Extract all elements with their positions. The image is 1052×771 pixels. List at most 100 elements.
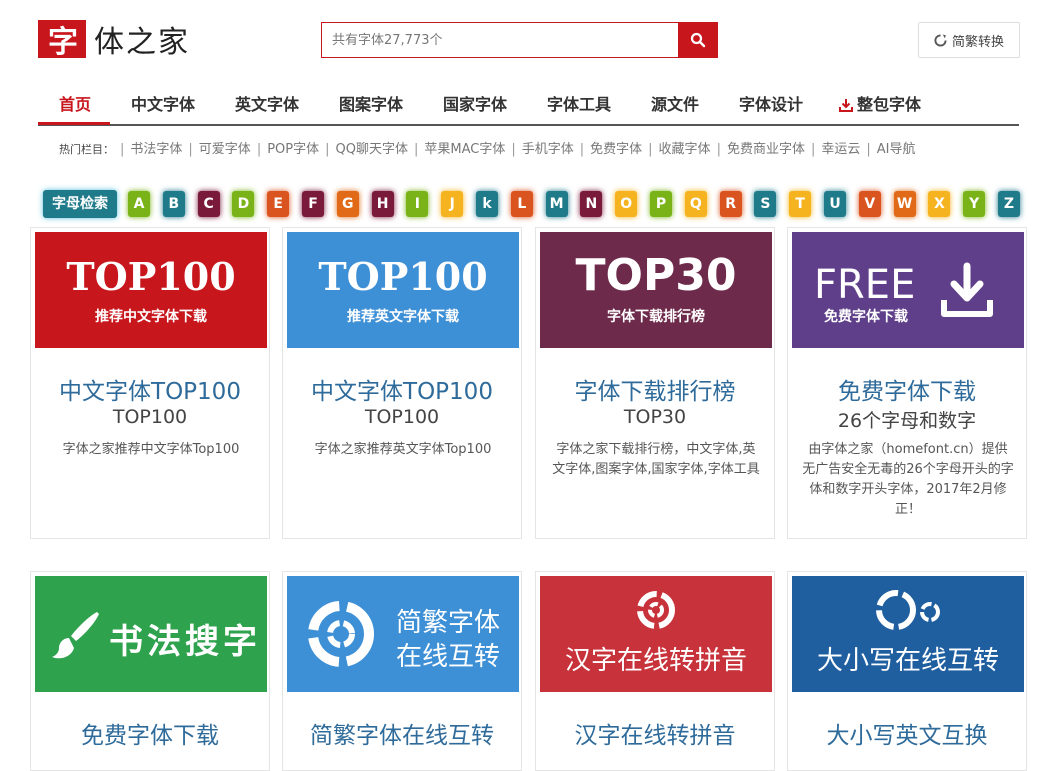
hot-link[interactable]: 幸运云: [821, 142, 860, 157]
convert-icon: [637, 591, 675, 629]
card-hanzi-to-pinyin[interactable]: 汉字在线转拼音 汉字在线转拼音: [535, 571, 775, 771]
hot-link[interactable]: 苹果MAC字体: [424, 142, 505, 157]
card-title[interactable]: 大小写英文互换: [788, 716, 1026, 750]
download-icon: [941, 262, 993, 317]
card-calligraphy-search[interactable]: 书法搜字 免费字体下载: [30, 571, 270, 771]
letter-e-button[interactable]: E: [267, 191, 290, 217]
letter-o-button[interactable]: O: [615, 191, 638, 217]
nav-item-country-fonts[interactable]: 国家字体: [443, 86, 507, 124]
hot-columns: 热门栏目： | 书法字体 | 可爱字体 | POP字体 | QQ聊天字体 | 苹果MAC字体 | 手机字…: [59, 142, 916, 157]
hot-columns-label: 热门栏目：: [59, 143, 114, 156]
card-description: 字体之家下载排行榜，中文字体,英文字体,图案字体,国家字体,字体工具: [552, 442, 760, 477]
nav-item-font-bundle-label: 整包字体: [857, 95, 922, 114]
letter-l-button[interactable]: L: [510, 191, 533, 217]
card-title[interactable]: 简繁字体在线互转: [283, 716, 521, 750]
hot-link[interactable]: 可爱字体: [199, 142, 251, 157]
banner-subheading: 推荐中文字体下载: [95, 309, 207, 325]
card-subtitle: TOP100: [112, 406, 188, 428]
letter-y-button[interactable]: Y: [963, 191, 986, 217]
letter-x-button[interactable]: X: [928, 191, 951, 217]
banner-heading: TOP100: [66, 254, 236, 299]
card-simplified-traditional[interactable]: 简繁字体 在线互转 简繁字体在线互转: [282, 571, 522, 771]
hot-link[interactable]: 手机字体: [522, 142, 574, 157]
letter-h-button[interactable]: H: [371, 191, 394, 217]
simplified-traditional-convert-button[interactable]: 简繁转换: [918, 22, 1020, 58]
letter-j-button[interactable]: J: [441, 191, 464, 217]
nav-item-font-design[interactable]: 字体设计: [739, 86, 803, 124]
card-title[interactable]: 字体下载排行榜: [536, 372, 774, 406]
letter-r-button[interactable]: R: [719, 191, 742, 217]
card-title[interactable]: 免费字体下载: [788, 372, 1026, 406]
nav-item-english-fonts[interactable]: 英文字体: [235, 86, 299, 124]
banner-heading: 书法搜字: [109, 622, 261, 662]
banner-heading: 大小写在线互转: [816, 646, 999, 676]
card-title[interactable]: 汉字在线转拼音: [536, 716, 774, 750]
card-description: 由字体之家（homefont.cn）提供无广告安全无毒的26个字母开头的字体和数…: [802, 442, 1014, 517]
letter-a-button[interactable]: A: [128, 191, 150, 217]
hot-link[interactable]: 收藏字体: [659, 142, 711, 157]
card-banner: 汉字在线转拼音: [540, 576, 772, 692]
banner-heading: 简繁字体: [395, 608, 500, 638]
card-case-convert[interactable]: 大小写在线互转 大小写英文互换: [787, 571, 1027, 771]
card-banner: 书法搜字: [35, 576, 267, 692]
letter-n-button[interactable]: N: [580, 191, 603, 217]
banner-subheading: 字体下载排行榜: [607, 309, 705, 325]
card-banner: 简繁字体 在线互转: [287, 576, 519, 692]
nav-item-font-tools[interactable]: 字体工具: [547, 86, 611, 124]
card-free-fonts[interactable]: FREE 免费字体下载 免费字体下载 26个字母和数字 由字体之家（homefo…: [787, 227, 1027, 539]
card-description: 字体之家推荐中文字体Top100: [62, 442, 240, 457]
search-bar: [321, 22, 718, 58]
brush-icon: [52, 612, 99, 659]
card-title[interactable]: 中文字体TOP100: [283, 372, 521, 406]
letter-i-button[interactable]: I: [406, 191, 429, 217]
letter-k-button[interactable]: k: [476, 191, 498, 217]
letter-t-button[interactable]: T: [789, 191, 812, 217]
convert-button-label: 简繁转换: [951, 34, 1004, 50]
banner-heading: FREE: [814, 262, 916, 308]
hot-link[interactable]: 免费字体: [590, 142, 642, 157]
letter-d-button[interactable]: D: [232, 191, 255, 217]
letter-m-button[interactable]: M: [545, 191, 568, 217]
nav-item-chinese-fonts[interactable]: 中文字体: [131, 86, 195, 124]
letter-b-button[interactable]: B: [162, 191, 185, 217]
card-subtitle: TOP100: [364, 406, 440, 428]
card-english-top100[interactable]: TOP100 推荐英文字体下载 中文字体TOP100 TOP100 字体之家推荐…: [282, 227, 522, 539]
convert-icon: [308, 601, 374, 667]
letter-f-button[interactable]: F: [302, 191, 324, 217]
hot-link[interactable]: QQ聊天字体: [336, 142, 408, 157]
nav-item-source-files[interactable]: 源文件: [651, 86, 699, 124]
hot-link[interactable]: AI导航: [877, 142, 916, 157]
hot-link[interactable]: 免费商业字体: [727, 142, 805, 157]
main-nav: 首页 中文字体 英文字体 图案字体 国家字体 字体工具 源文件 字体设计 整包字…: [38, 86, 1019, 126]
card-banner: TOP100 推荐中文字体下载: [35, 232, 267, 348]
nav-item-home[interactable]: 首页: [59, 86, 91, 124]
letter-z-button[interactable]: Z: [998, 191, 1020, 217]
hot-link[interactable]: 书法字体: [130, 142, 182, 157]
letter-c-button[interactable]: C: [197, 191, 220, 217]
card-chinese-top100[interactable]: TOP100 推荐中文字体下载 中文字体TOP100 TOP100 字体之家推荐…: [30, 227, 270, 539]
site-logo[interactable]: 字 体之家: [38, 20, 190, 60]
hot-link[interactable]: POP字体: [267, 142, 319, 157]
logo-mark: 字: [38, 20, 86, 60]
card-subtitle: 26个字母和数字: [837, 410, 977, 432]
search-input[interactable]: [321, 22, 678, 58]
download-icon: [839, 99, 853, 112]
nav-item-pattern-fonts[interactable]: 图案字体: [339, 86, 403, 124]
nav-item-font-bundle[interactable]: 整包字体: [838, 86, 921, 124]
card-download-ranking[interactable]: TOP30 字体下载排行榜 字体下载排行榜 TOP30 字体之家下载排行榜，中文…: [535, 227, 775, 539]
letter-v-button[interactable]: V: [858, 191, 881, 217]
search-button[interactable]: [678, 22, 718, 58]
card-title[interactable]: 中文字体TOP100: [31, 372, 269, 406]
letter-g-button[interactable]: G: [336, 191, 359, 217]
card-title[interactable]: 免费字体下载: [31, 716, 269, 750]
letter-s-button[interactable]: S: [754, 191, 777, 217]
header: 字 体之家 简繁转换: [0, 0, 1052, 80]
letter-u-button[interactable]: U: [824, 191, 846, 217]
card-description: 字体之家推荐英文字体Top100: [314, 442, 492, 457]
letter-p-button[interactable]: P: [650, 191, 672, 217]
letter-q-button[interactable]: Q: [684, 191, 707, 217]
logo-text: 体之家: [94, 25, 190, 60]
letter-w-button[interactable]: W: [893, 191, 916, 217]
refresh-icon: [934, 33, 947, 46]
banner-heading: TOP30: [575, 250, 737, 301]
